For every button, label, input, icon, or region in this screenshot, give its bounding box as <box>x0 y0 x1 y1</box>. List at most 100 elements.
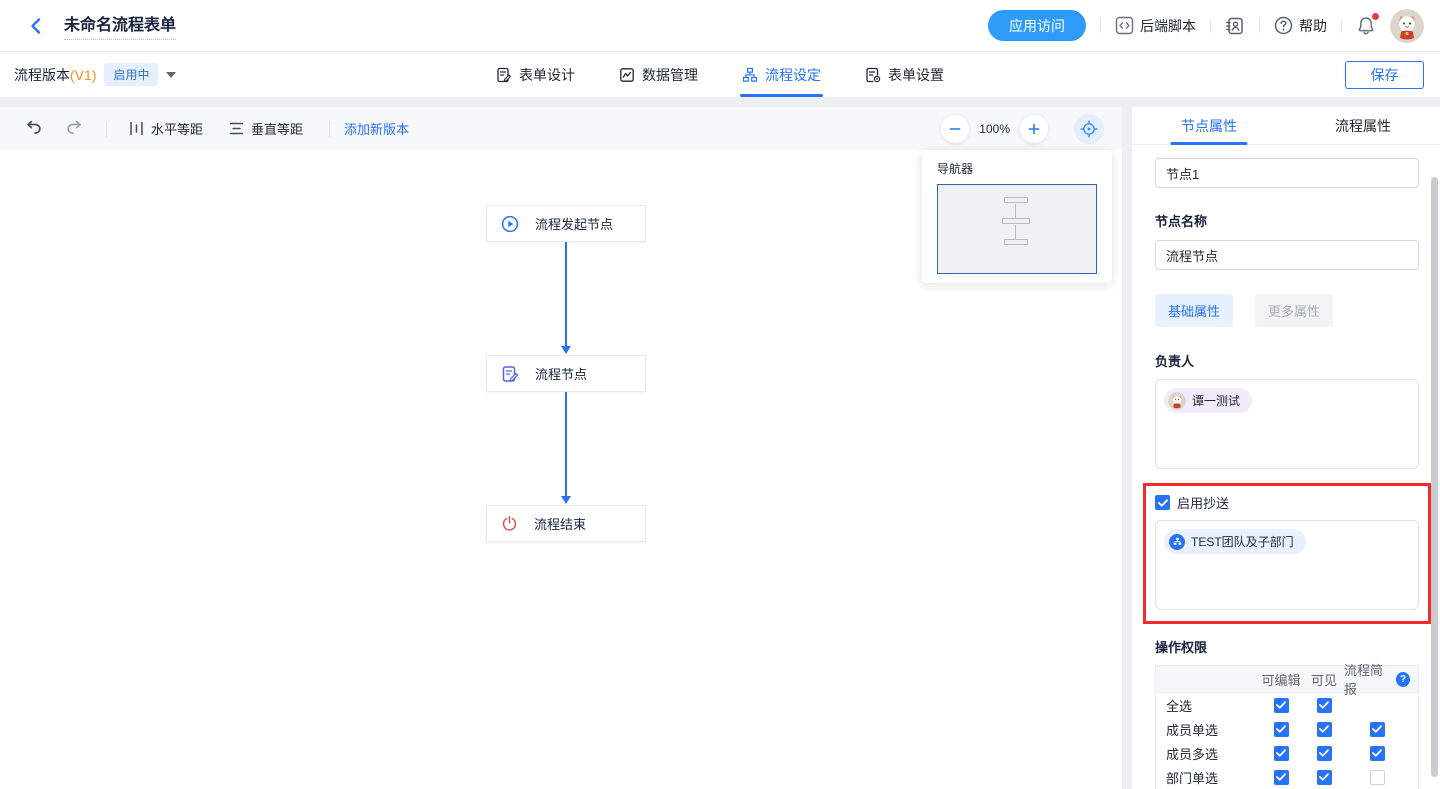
add-new-version-link[interactable]: 添加新版本 <box>344 119 409 138</box>
panel-scrollbar[interactable] <box>1431 177 1438 777</box>
main-tabs: 表单设计 数据管理 流程设定 表单设置 <box>496 52 944 97</box>
divider <box>1100 18 1101 33</box>
zoom-in-button[interactable] <box>1020 115 1048 143</box>
checkbox-checked[interactable] <box>1317 770 1332 785</box>
tab-node-properties[interactable]: 节点属性 <box>1132 107 1286 144</box>
minimap-edge <box>1015 204 1016 218</box>
divider <box>1341 18 1342 33</box>
user-avatar[interactable] <box>1390 9 1424 43</box>
basic-props-button[interactable]: 基础属性 <box>1155 294 1233 327</box>
flow-edge-arrow <box>565 242 567 347</box>
checkbox-unchecked[interactable] <box>1370 770 1385 785</box>
tab-label: 表单设计 <box>519 65 575 85</box>
property-panel: 节点属性 流程属性 节点名称 基础属性 更多属性 负责人 谭一测试 <box>1132 107 1440 789</box>
flow-node-label: 流程节点 <box>535 364 587 383</box>
version-number: (V1) <box>70 67 96 83</box>
zoom-level: 100% <box>979 122 1010 136</box>
flow-node[interactable]: 流程结束 <box>486 505 646 542</box>
save-button[interactable]: 保存 <box>1345 61 1424 89</box>
fit-view-button[interactable] <box>1074 114 1104 144</box>
permissions-table-header: 可编辑 可见 流程简报 ? <box>1156 666 1418 693</box>
department-icon <box>1169 534 1185 550</box>
checkbox-checked[interactable] <box>1274 722 1289 737</box>
node-name-input[interactable] <box>1155 240 1419 270</box>
flow-edge-arrow <box>565 392 567 497</box>
app-access-button[interactable]: 应用访问 <box>988 10 1086 41</box>
cc-tag[interactable]: TEST团队及子部门 <box>1164 529 1306 554</box>
vertical-spacing-label: 垂直等距 <box>251 119 303 138</box>
canvas-toolbar: 水平等距 垂直等距 添加新版本 100% <box>0 107 1122 150</box>
back-button[interactable] <box>22 12 50 40</box>
panel-tabs: 节点属性 流程属性 <box>1132 107 1440 145</box>
checkbox-checked[interactable] <box>1274 746 1289 761</box>
permission-row-label: 成员多选 <box>1166 744 1258 763</box>
flow-node-label: 流程结束 <box>534 514 586 533</box>
tab-form-design[interactable]: 表单设计 <box>496 52 575 97</box>
undo-button[interactable] <box>24 120 43 137</box>
divider <box>1210 18 1211 33</box>
divider <box>106 121 107 137</box>
checkbox-checked[interactable] <box>1370 746 1385 761</box>
backend-script-button[interactable]: 后端脚本 <box>1115 16 1196 36</box>
minimap-node <box>1002 218 1030 224</box>
crosshair-icon <box>1080 120 1098 138</box>
node-title-input[interactable] <box>1155 158 1419 188</box>
flow-canvas[interactable]: 水平等距 垂直等距 添加新版本 100% <box>0 107 1122 789</box>
redo-button[interactable] <box>65 120 84 137</box>
owner-avatar <box>1168 392 1186 410</box>
column-editable: 可编辑 <box>1258 670 1304 689</box>
undo-icon <box>24 120 43 137</box>
permission-row: 成员单选 <box>1156 717 1418 741</box>
vertical-spacing-button[interactable]: 垂直等距 <box>229 119 303 138</box>
help-button[interactable]: 帮助 <box>1274 16 1327 36</box>
owner-label: 负责人 <box>1155 351 1419 370</box>
navigator-title: 导航器 <box>937 160 1097 177</box>
plus-icon <box>1027 122 1041 136</box>
cc-picker[interactable]: TEST团队及子部门 <box>1155 520 1419 610</box>
check-icon <box>1158 499 1168 507</box>
tab-label: 数据管理 <box>642 65 698 85</box>
checkbox-checked[interactable] <box>1317 746 1332 761</box>
code-icon <box>1115 16 1134 35</box>
more-props-button[interactable]: 更多属性 <box>1255 294 1333 327</box>
contacts-button[interactable] <box>1225 16 1245 36</box>
zoom-out-button[interactable] <box>941 115 969 143</box>
flow-node[interactable]: 流程节点 <box>486 355 646 392</box>
tab-form-config[interactable]: 表单设置 <box>865 52 944 97</box>
owner-tag-label: 谭一测试 <box>1192 392 1240 409</box>
owner-tag[interactable]: 谭一测试 <box>1164 388 1252 413</box>
cc-enabled-checkbox[interactable] <box>1155 495 1170 510</box>
tab-flow-setting[interactable]: 流程设定 <box>742 52 821 97</box>
checkbox-checked[interactable] <box>1274 770 1289 785</box>
back-chevron-icon <box>27 17 45 35</box>
tab-flow-properties[interactable]: 流程属性 <box>1286 107 1440 144</box>
address-book-icon <box>1225 16 1245 36</box>
report-help-icon[interactable]: ? <box>1396 672 1410 687</box>
vertical-spacing-icon <box>229 121 244 136</box>
permissions-label: 操作权限 <box>1155 637 1419 656</box>
minimap-edge <box>1015 225 1016 239</box>
column-report-label: 流程简报 <box>1344 660 1392 698</box>
flow-setting-icon <box>742 67 758 83</box>
minimap[interactable] <box>937 184 1097 274</box>
cc-enabled-label: 启用抄送 <box>1177 493 1229 512</box>
flow-node[interactable]: 流程发起节点 <box>486 205 646 242</box>
edit-doc-icon <box>501 365 519 383</box>
power-icon <box>501 515 518 532</box>
checkbox-checked[interactable] <box>1370 722 1385 737</box>
horizontal-spacing-button[interactable]: 水平等距 <box>129 119 203 138</box>
tab-data-manage[interactable]: 数据管理 <box>619 52 698 97</box>
play-icon <box>501 215 519 233</box>
avatar-image <box>1168 392 1186 410</box>
page-title[interactable]: 未命名流程表单 <box>64 11 176 40</box>
version-dropdown-caret-icon[interactable] <box>166 72 176 78</box>
permission-row: 部门单选 <box>1156 765 1418 789</box>
status-badge: 启用中 <box>104 63 158 86</box>
permission-row-label: 部门单选 <box>1166 768 1258 787</box>
checkbox-checked[interactable] <box>1274 698 1289 713</box>
checkbox-checked[interactable] <box>1317 698 1332 713</box>
checkbox-checked[interactable] <box>1317 722 1332 737</box>
cc-tag-label: TEST团队及子部门 <box>1191 533 1294 550</box>
notifications-button[interactable] <box>1356 15 1376 36</box>
owner-picker[interactable]: 谭一测试 <box>1155 379 1419 469</box>
